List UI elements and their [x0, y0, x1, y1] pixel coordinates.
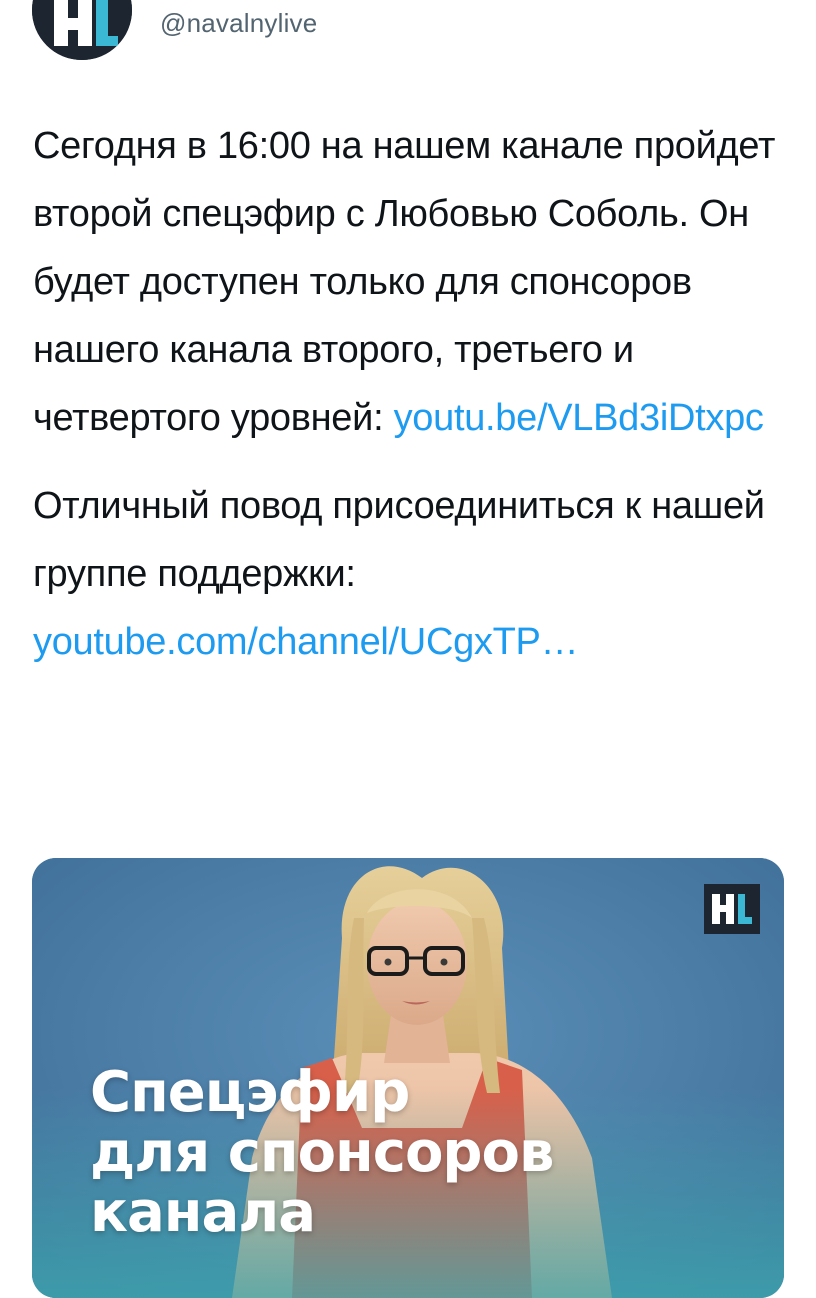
overlay-line: канала	[90, 1180, 316, 1245]
tweet-paragraph-text: Сегодня в 16:00 на нашем канале пройдет …	[33, 125, 776, 439]
tweet-link-channel[interactable]: youtube.com/channel/UCgxTP…	[33, 621, 579, 663]
tweet-link-youtu-be[interactable]: youtu.be/VLBd3iDtxpc	[394, 397, 764, 439]
tweet-text: Сегодня в 16:00 на нашем канале пройдет …	[33, 112, 793, 676]
navalny-live-logo-icon	[704, 884, 760, 934]
tweet-paragraph-text: Отличный повод присоединиться к нашей гр…	[33, 485, 765, 595]
overlay-line: для спонсоров	[90, 1120, 554, 1185]
tweet-media-image[interactable]: Спецэфир для спонсоров канала	[32, 858, 784, 1298]
overlay-line: Спецэфир	[90, 1060, 410, 1125]
tweet-paragraph: Отличный повод присоединиться к нашей гр…	[33, 472, 793, 676]
avatar[interactable]	[32, 0, 132, 60]
tweet-paragraph: Сегодня в 16:00 на нашем канале пройдет …	[33, 112, 793, 452]
navalny-live-logo-icon	[32, 0, 132, 60]
author-handle[interactable]: @navalnylive	[160, 8, 317, 39]
media-overlay-text: Спецэфир для спонсоров канала	[90, 1060, 554, 1245]
